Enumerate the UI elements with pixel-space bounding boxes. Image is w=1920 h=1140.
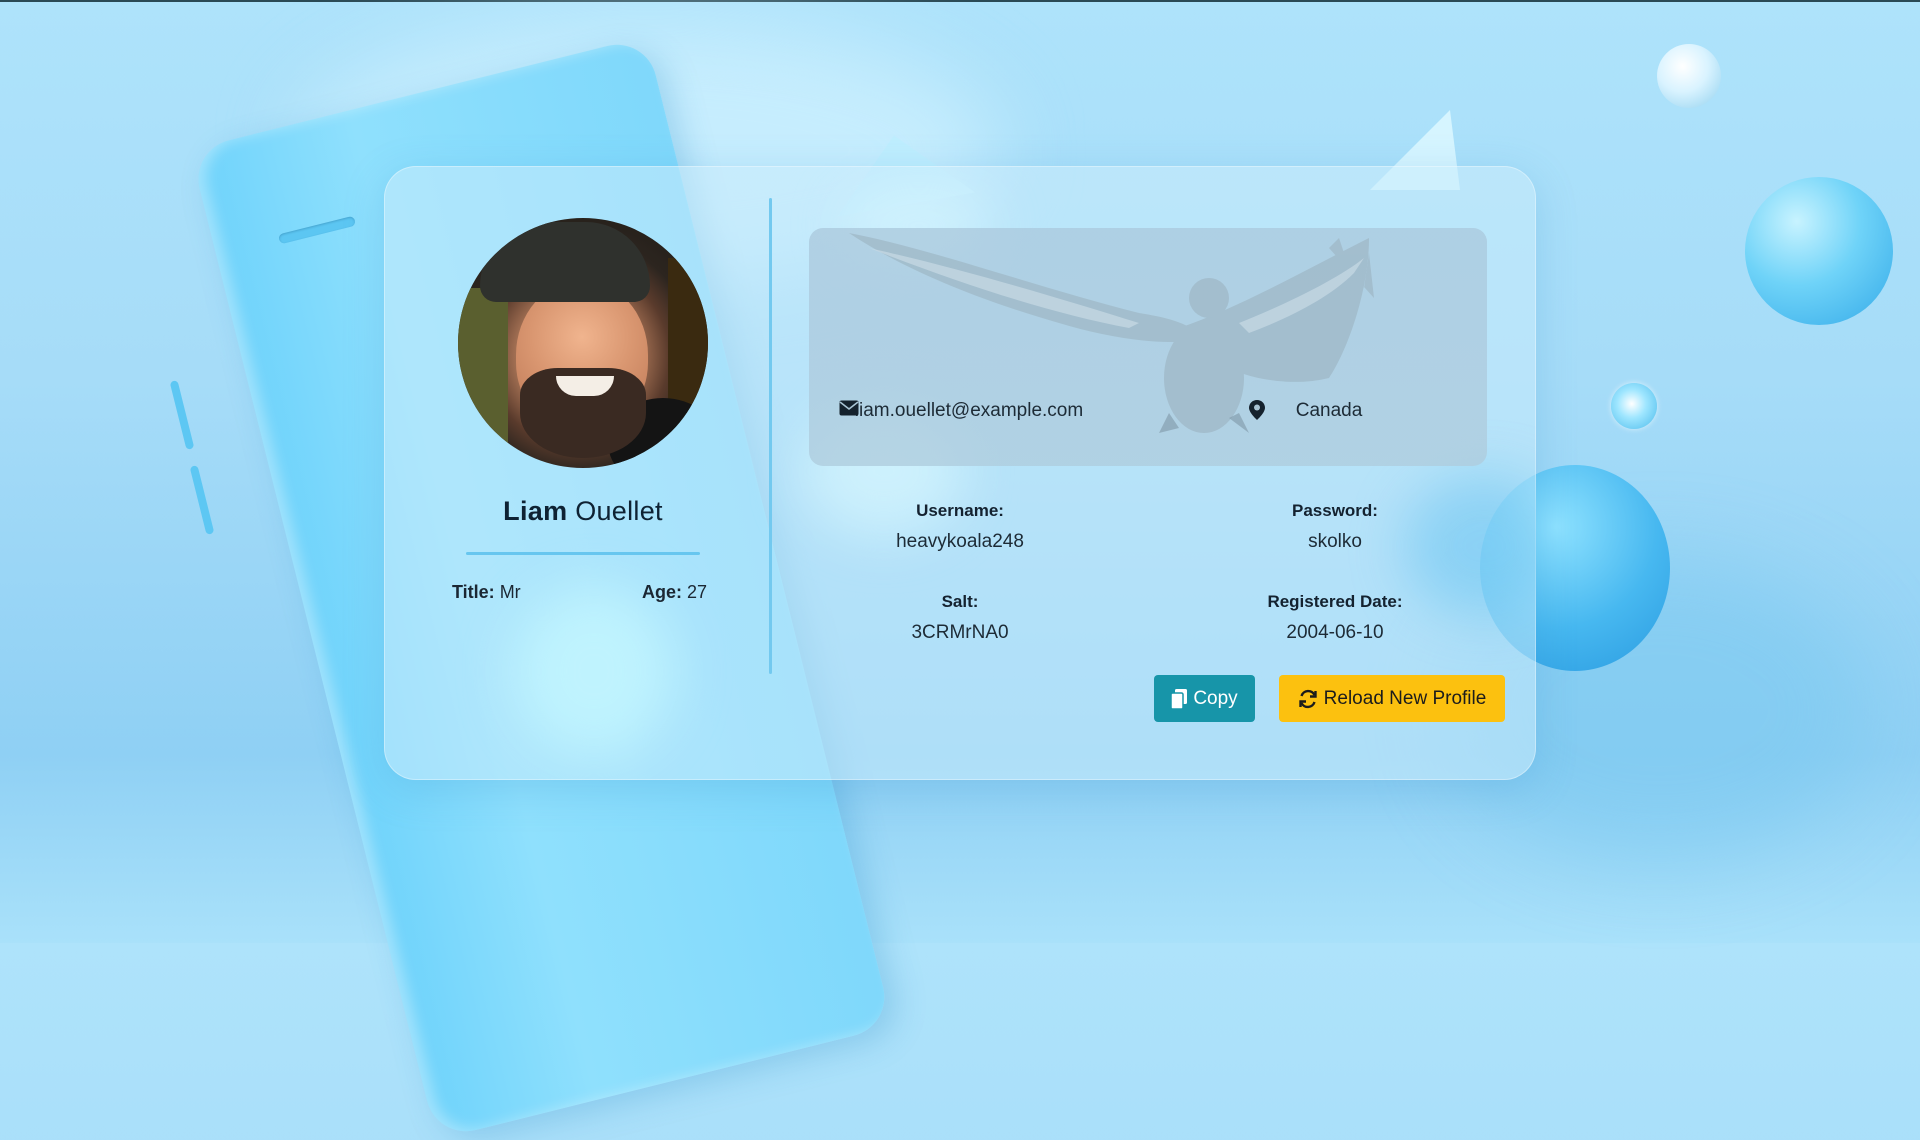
column-divider: [769, 198, 772, 674]
copy-icon: [1171, 688, 1188, 709]
registered-date-value: 2004-06-10: [1286, 622, 1384, 643]
password-value: skolko: [1308, 531, 1362, 552]
location-text: Canada: [1295, 400, 1363, 421]
reload-button-label: Reload New Profile: [1323, 687, 1487, 709]
profile-name: Liam Ouellet: [384, 496, 782, 527]
location-item: Canada: [1249, 400, 1409, 422]
email-item: liam.ouellet@example.com: [839, 400, 1099, 422]
last-name: Ouellet: [575, 496, 663, 526]
copy-button-label: Copy: [1193, 687, 1238, 709]
email-text: liam.ouellet@example.com: [854, 400, 1084, 421]
decorative-sphere: [1745, 177, 1893, 325]
copy-button[interactable]: Copy: [1154, 675, 1255, 722]
profile-banner: liam.ouellet@example.com Canada: [809, 228, 1487, 466]
decorative-phone-button: [189, 465, 215, 535]
decorative-phone-button: [169, 380, 195, 450]
username-label: Username:: [916, 501, 1004, 520]
envelope-icon: [839, 400, 859, 416]
age-field: Age: 27: [642, 582, 707, 603]
registered-date-label: Registered Date:: [1267, 592, 1403, 611]
title-label: Title:: [452, 582, 495, 602]
first-name: Liam: [503, 496, 568, 526]
profile-card: Liam Ouellet Title: Mr Age: 27 liam.ouel…: [384, 166, 1536, 780]
top-border-line: [0, 0, 1920, 2]
eagle-illustration: [849, 233, 1374, 433]
card-glow: [514, 586, 674, 756]
decorative-sphere: [1657, 44, 1721, 108]
refresh-icon: [1298, 689, 1317, 708]
avatar: [458, 218, 708, 468]
age-value: 27: [687, 582, 708, 602]
age-label: Age:: [642, 582, 682, 602]
map-marker-icon: [1249, 400, 1265, 420]
salt-label: Salt:: [941, 592, 979, 611]
password-label: Password:: [1292, 501, 1378, 520]
name-underline: [466, 552, 700, 555]
title-value: Mr: [499, 582, 521, 602]
username-value: heavykoala248: [896, 531, 1024, 552]
salt-value: 3CRMrNA0: [911, 622, 1009, 643]
title-field: Title: Mr: [452, 582, 521, 603]
reload-profile-button[interactable]: Reload New Profile: [1279, 675, 1505, 722]
decorative-bubble: [1611, 383, 1657, 429]
